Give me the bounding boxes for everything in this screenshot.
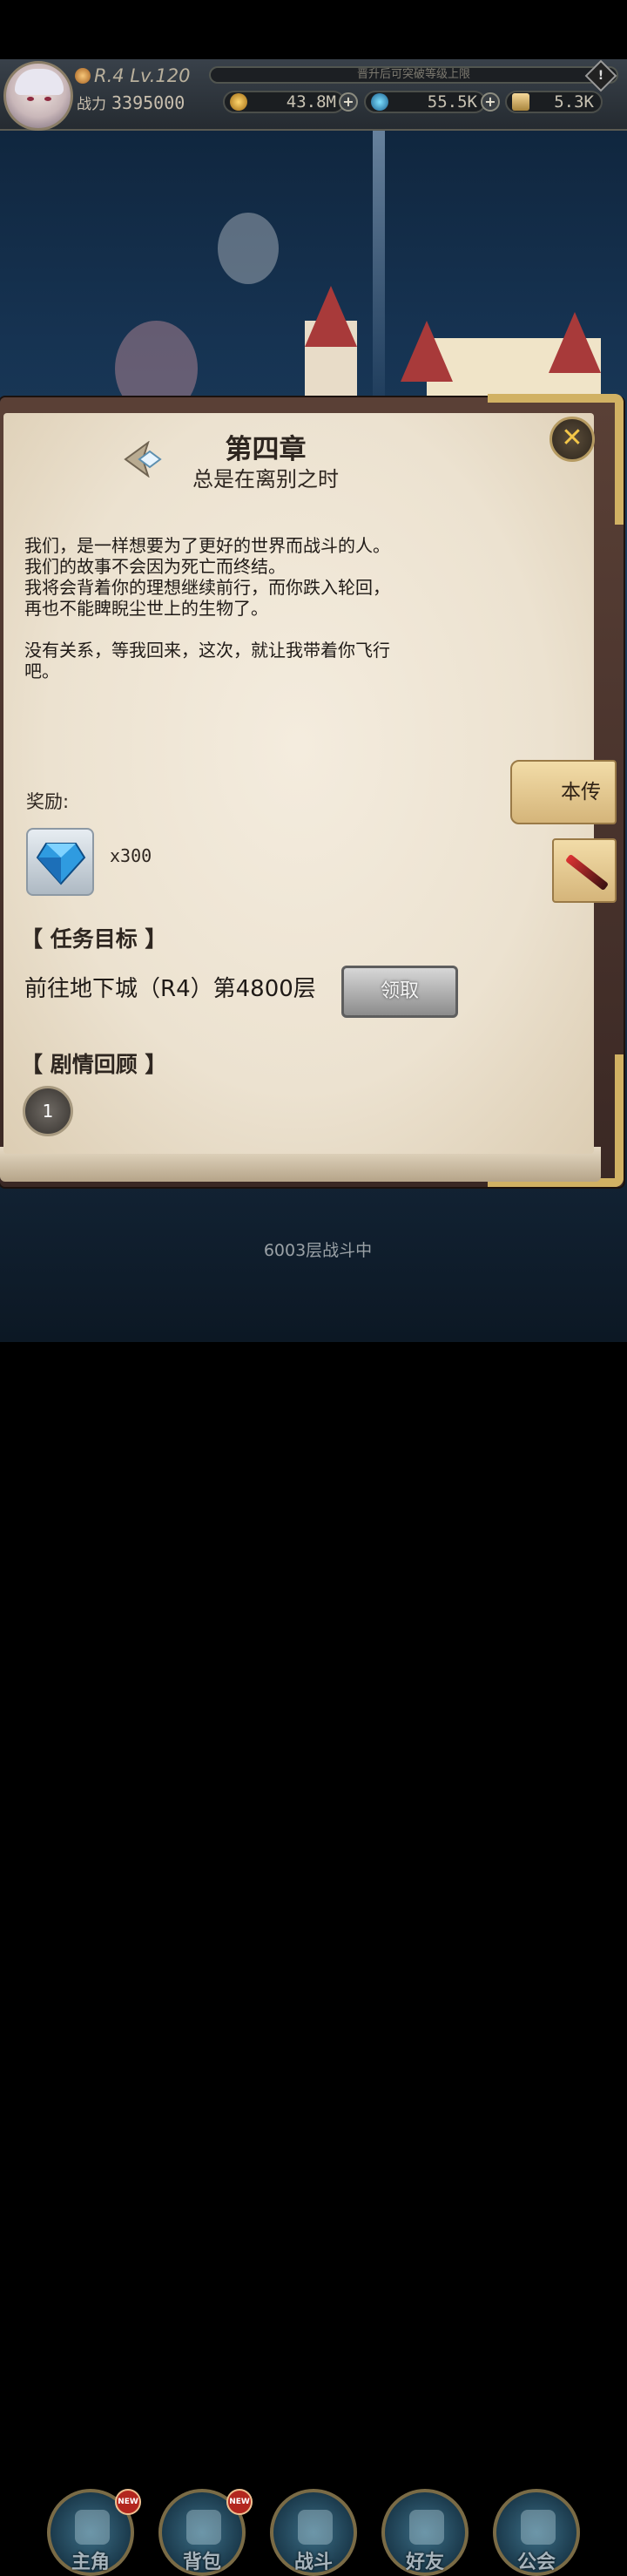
guild-emblem-icon xyxy=(521,2510,556,2545)
gold-value: 43.8M xyxy=(286,92,336,112)
new-badge: NEW xyxy=(115,2489,141,2515)
backpack-icon xyxy=(186,2510,221,2545)
tab-biography[interactable]: 本传 xyxy=(510,760,617,824)
combat-power-label: 战力 xyxy=(77,96,106,113)
chapter-title: 第四章 xyxy=(225,434,307,465)
add-diamond-button[interactable]: + xyxy=(481,92,500,112)
close-icon: ✕ xyxy=(561,423,583,453)
diamond-icon xyxy=(371,93,388,111)
crossed-swords-icon xyxy=(298,2510,333,2545)
castle-roof xyxy=(401,321,453,382)
tab-biography-label: 本传 xyxy=(561,781,601,803)
chapter-paper xyxy=(3,413,594,1154)
combat-power-value: 3395000 xyxy=(111,92,185,113)
chapter-subtitle: 总是在离别之时 xyxy=(192,467,339,491)
diamond-counter: 55.5K xyxy=(364,91,486,113)
reward-item-slot[interactable] xyxy=(26,828,94,896)
rank-level-text: R.4 Lv.120 xyxy=(94,65,191,86)
nav-hero-label: 主角 xyxy=(71,2552,110,2573)
new-badge: NEW xyxy=(226,2489,253,2515)
nav-guild-button[interactable]: 公会 xyxy=(493,2489,580,2576)
nav-friends-button[interactable]: 好友 xyxy=(381,2489,469,2576)
story-review-header: 【 剧情回顾 】 xyxy=(21,1052,167,1077)
claim-label: 领取 xyxy=(380,980,419,1002)
gold-coin-icon xyxy=(230,93,247,111)
castle-roof xyxy=(549,312,601,373)
gold-counter: 43.8M xyxy=(223,91,345,113)
plus-glyph: + xyxy=(484,93,496,110)
ticket-value: 5.3K xyxy=(554,92,594,112)
nav-guild-label: 公会 xyxy=(516,2552,556,2573)
close-button[interactable]: ✕ xyxy=(549,417,595,462)
rank-medal-icon xyxy=(75,68,91,84)
status-bar xyxy=(0,0,627,59)
mission-header: 【 任务目标 】 xyxy=(21,926,167,952)
avatar-hair xyxy=(15,69,64,95)
weapon-icon xyxy=(564,853,610,891)
diamond-gem-icon xyxy=(36,843,86,885)
helmet-icon xyxy=(75,2510,110,2545)
plus-glyph: + xyxy=(342,93,354,110)
episode-number: 1 xyxy=(42,1101,54,1122)
add-gold-button[interactable]: + xyxy=(339,92,358,112)
exp-bar: 晋升后可突破等级上限 xyxy=(209,66,618,84)
ticket-icon xyxy=(512,93,529,111)
bottom-navigation: 主角 NEW 背包 NEW 战斗 好友 公会 xyxy=(0,1241,627,2576)
nav-battle-button[interactable]: 战斗 xyxy=(270,2489,357,2576)
chapter-story-text: 我们，是一样想要为了更好的世界而战斗的人。 我们的故事不会因为死亡而终结。 我将… xyxy=(24,535,390,681)
reward-label: 奖励: xyxy=(26,791,70,812)
player-avatar[interactable] xyxy=(3,61,73,131)
castle-roof xyxy=(305,286,357,347)
nav-friends-label: 好友 xyxy=(405,2552,444,2573)
nav-battle-label: 战斗 xyxy=(293,2552,333,2573)
combat-power: 战力 3395000 xyxy=(77,91,216,115)
reward-quantity: x300 xyxy=(110,845,152,866)
avatar-eye xyxy=(44,97,51,101)
avatar-eye xyxy=(27,97,34,101)
hot-air-balloon xyxy=(218,213,279,284)
claim-button[interactable]: 领取 xyxy=(341,966,458,1018)
rank-level: R.4 Lv.120 xyxy=(75,64,207,87)
nav-bag-label: 背包 xyxy=(182,2552,221,2573)
warning-mark: ! xyxy=(597,69,604,83)
mission-text: 前往地下城（R4）第4800层 xyxy=(24,976,316,1002)
tab-weapon[interactable] xyxy=(552,838,617,903)
handshake-icon xyxy=(409,2510,444,2545)
diamond-value: 55.5K xyxy=(427,92,477,112)
castle-illustration xyxy=(287,260,627,417)
ticket-counter: 5.3K xyxy=(505,91,603,113)
exp-hint: 晋升后可突破等级上限 xyxy=(356,68,470,81)
story-episode-button[interactable]: 1 xyxy=(23,1086,73,1136)
